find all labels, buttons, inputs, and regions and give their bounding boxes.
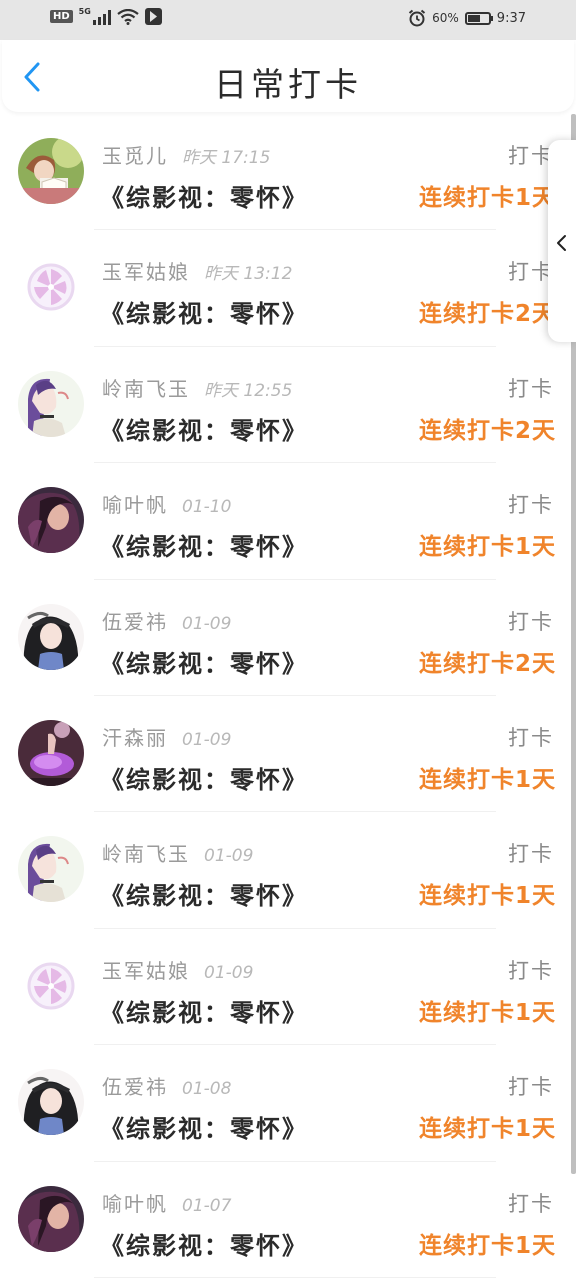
- list-item[interactable]: 岭南飞玉 01-09 《综影视：零怀》 打卡 连续打卡1天: [0, 812, 576, 929]
- timestamp: 01-10: [182, 497, 232, 518]
- avatar[interactable]: [18, 1069, 84, 1136]
- timestamp: 01-09: [204, 846, 254, 867]
- streak-label: 连续打卡1天: [418, 534, 556, 561]
- checkin-button[interactable]: 打卡: [508, 606, 554, 636]
- streak-label: 连续打卡1天: [418, 883, 556, 910]
- list-item[interactable]: 玉觅儿 昨天 17:15 《综影视：零怀》 打卡 连续打卡1天: [0, 114, 576, 231]
- list-item[interactable]: 汗森丽 01-09 《综影视：零怀》 打卡 连续打卡1天: [0, 696, 576, 813]
- list-item[interactable]: 玉军姑娘 昨天 13:12 《综影视：零怀》 打卡 连续打卡2天: [0, 230, 576, 347]
- streak-label: 连续打卡2天: [418, 650, 556, 677]
- user-name: 玉军姑娘 01-09: [102, 955, 253, 984]
- status-bar: HD 5G 60% 9:37: [0, 0, 576, 40]
- timestamp: 01-08: [182, 1079, 232, 1100]
- clock: 9:37: [496, 10, 526, 26]
- avatar[interactable]: [18, 603, 84, 670]
- hd-badge: HD: [50, 10, 73, 23]
- checkin-button[interactable]: 打卡: [508, 1188, 554, 1218]
- wifi-icon: [117, 8, 139, 25]
- task-title: 《综影视：零怀》: [100, 649, 308, 678]
- streak-label: 连续打卡2天: [418, 301, 556, 328]
- chevron-left-icon: [557, 235, 566, 251]
- user-name-text: 汗森丽: [102, 725, 168, 750]
- task-title: 《综影视：零怀》: [100, 184, 308, 212]
- user-name: 玉觅儿 昨天 17:15: [102, 140, 270, 169]
- avatar[interactable]: [18, 138, 84, 204]
- streak-label: 连续打卡1天: [418, 1116, 556, 1143]
- list-item[interactable]: 伍爱祎 01-08 《综影视：零怀》 打卡 连续打卡1天: [0, 1045, 576, 1162]
- avatar[interactable]: [18, 1185, 84, 1252]
- streak-label: 连续打卡1天: [418, 999, 556, 1026]
- timestamp: 昨天 12:55: [204, 380, 293, 401]
- status-left: HD 5G: [50, 7, 162, 25]
- user-name: 岭南飞玉 01-09: [102, 838, 253, 867]
- task-title: 《综影视：零怀》: [100, 882, 308, 911]
- app-header: 日常打卡: [2, 40, 574, 112]
- task-title: 《综影视：零怀》: [100, 765, 308, 794]
- checkin-button[interactable]: 打卡: [508, 1071, 554, 1101]
- task-title: 《综影视：零怀》: [100, 533, 308, 562]
- user-name-text: 伍爱祎: [102, 609, 168, 634]
- user-name: 伍爱祎 01-08: [102, 1071, 231, 1100]
- task-title: 《综影视：零怀》: [100, 998, 308, 1027]
- avatar[interactable]: [18, 370, 84, 437]
- page-title: 日常打卡: [214, 65, 362, 104]
- battery-icon: [464, 11, 493, 25]
- alarm-icon: [408, 9, 426, 27]
- timestamp: 01-07: [182, 1195, 232, 1216]
- user-name: 伍爱祎 01-09: [102, 606, 231, 635]
- checkin-button[interactable]: 打卡: [508, 373, 554, 403]
- timestamp: 01-09: [204, 962, 254, 983]
- task-title: 《综影视：零怀》: [100, 416, 308, 445]
- streak-label: 连续打卡1天: [418, 185, 556, 211]
- streak-label: 连续打卡1天: [418, 766, 556, 793]
- network-type: 5G: [78, 7, 91, 16]
- list-item[interactable]: 玉军姑娘 01-09 《综影视：零怀》 打卡 连续打卡1天: [0, 929, 576, 1046]
- signal-icon: [92, 9, 111, 25]
- divider: [94, 1276, 496, 1278]
- checkin-button[interactable]: 打卡: [508, 722, 554, 752]
- user-name-text: 喻叶帆: [102, 493, 168, 518]
- checkin-list: 玉觅儿 昨天 17:15 《综影视：零怀》 打卡 连续打卡1天 玉军姑娘 昨天 13…: [0, 114, 576, 1278]
- user-name-text: 玉军姑娘: [102, 958, 190, 983]
- list-item[interactable]: 喻叶帆 01-10 《综影视：零怀》 打卡 连续打卡1天: [0, 463, 576, 580]
- task-title: 《综影视：零怀》: [100, 1231, 308, 1260]
- battery-percent: 60%: [432, 11, 459, 25]
- avatar[interactable]: [18, 836, 84, 903]
- timestamp: 昨天 17:15: [182, 148, 271, 168]
- user-name-text: 伍爱祎: [102, 1075, 168, 1100]
- user-name-text: 喻叶帆: [102, 1191, 168, 1216]
- list-item[interactable]: 喻叶帆 01-07 《综影视：零怀》 打卡 连续打卡1天: [0, 1162, 576, 1278]
- avatar[interactable]: [18, 952, 84, 1019]
- avatar[interactable]: [18, 719, 84, 786]
- checkin-button[interactable]: 打卡: [508, 489, 554, 519]
- task-title: 《综影视：零怀》: [100, 1115, 308, 1144]
- timestamp: 01-09: [182, 729, 232, 750]
- status-right: 60% 9:37: [408, 9, 526, 27]
- list-item[interactable]: 岭南飞玉 昨天 12:55 《综影视：零怀》 打卡 连续打卡2天: [0, 347, 576, 464]
- user-name-text: 玉觅儿: [102, 144, 168, 168]
- side-drawer-tab[interactable]: [548, 140, 576, 342]
- avatar[interactable]: [18, 254, 84, 321]
- timestamp: 昨天 13:12: [204, 264, 293, 285]
- app-notification-icon: [144, 8, 162, 25]
- user-name-text: 岭南飞玉: [102, 842, 190, 867]
- checkin-button[interactable]: 打卡: [508, 955, 554, 985]
- user-name: 喻叶帆 01-10: [102, 489, 231, 518]
- user-name: 玉军姑娘 昨天 13:12: [102, 256, 292, 285]
- user-name: 喻叶帆 01-07: [102, 1188, 231, 1217]
- checkin-button[interactable]: 打卡: [508, 838, 554, 868]
- streak-label: 连续打卡2天: [418, 417, 556, 444]
- task-title: 《综影视：零怀》: [100, 300, 308, 329]
- user-name-text: 岭南飞玉: [102, 376, 190, 401]
- streak-label: 连续打卡1天: [418, 1232, 556, 1259]
- user-name: 汗森丽 01-09: [102, 722, 231, 751]
- user-name: 岭南飞玉 昨天 12:55: [102, 373, 292, 402]
- list-item[interactable]: 伍爱祎 01-09 《综影视：零怀》 打卡 连续打卡2天: [0, 580, 576, 696]
- user-name-text: 玉军姑娘: [102, 260, 190, 285]
- timestamp: 01-09: [182, 613, 232, 634]
- avatar[interactable]: [18, 487, 84, 554]
